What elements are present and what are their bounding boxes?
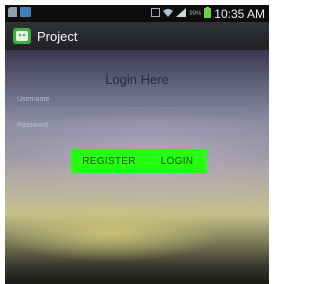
password-input[interactable]: Password (17, 116, 249, 135)
password-placeholder: Password (17, 121, 48, 129)
login-button[interactable]: LOGIN (147, 149, 207, 173)
app-title: Project (37, 28, 78, 44)
action-bar: Project (5, 22, 269, 50)
sd-card-icon (8, 7, 17, 20)
notification-icon (20, 7, 31, 20)
wifi-icon (163, 8, 174, 20)
android-logo-icon (16, 31, 28, 41)
status-right-icons: 99% 10:35 AM (151, 6, 269, 21)
login-heading: Login Here (105, 72, 169, 87)
nfc-icon (151, 7, 161, 20)
register-button[interactable]: REGISTER (71, 149, 147, 173)
status-bar: 99% 10:35 AM (5, 5, 269, 22)
login-button-label: LOGIN (160, 155, 194, 167)
register-button-label: REGISTER (82, 155, 136, 167)
status-left-icons (5, 7, 31, 20)
phone-screen: 99% 10:35 AM Project Login Here Username… (5, 5, 269, 284)
battery-percent: 99% (189, 10, 202, 17)
username-input[interactable]: Username (17, 90, 249, 109)
clock: 10:35 AM (214, 6, 265, 21)
login-screen: Login Here Username Password REGISTER LO… (5, 50, 269, 284)
signal-icon (176, 7, 187, 20)
app-icon[interactable] (13, 28, 31, 44)
battery-icon (204, 6, 212, 21)
username-placeholder: Username (17, 95, 50, 103)
